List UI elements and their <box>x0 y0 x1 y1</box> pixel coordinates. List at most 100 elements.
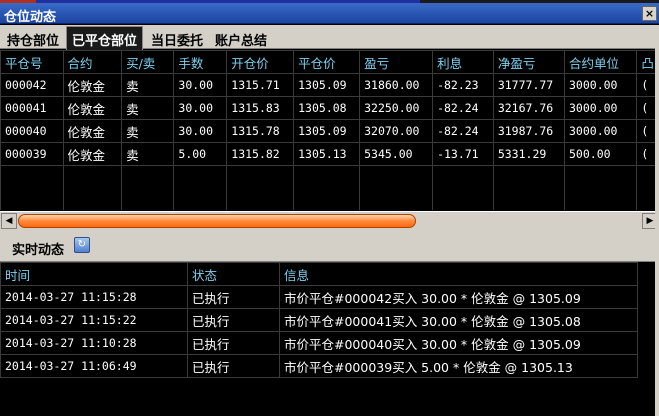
table-cell: 500.00 <box>563 142 638 166</box>
column-header[interactable]: 时间 <box>0 262 188 286</box>
closed-positions-table: 平仓号 合约 买/卖 手数 开仓价 平仓价 盈亏 利息 净盈亏 合约单位 凸 0… <box>0 50 659 210</box>
table-cell: 31987.76 <box>492 119 566 143</box>
table-header-row: 时间 状态 信息 <box>0 262 638 286</box>
table-cell: 000040 <box>0 119 64 143</box>
table-cell: 30.00 <box>173 119 228 143</box>
scrollbar-thumb[interactable] <box>18 214 416 228</box>
table-cell: 已执行 <box>187 285 280 309</box>
table-row[interactable]: 000040 伦敦金 卖 30.00 1315.78 1305.09 32070… <box>0 119 659 143</box>
horizontal-scrollbar[interactable]: ◀ ▶ <box>0 211 659 229</box>
table-cell: -82.24 <box>432 96 494 120</box>
table-cell: 32250.00 <box>359 96 434 120</box>
window-titlebar[interactable]: 仓位动态 × <box>0 3 659 25</box>
table-cell: 000042 <box>0 73 64 97</box>
table-row[interactable]: 2014-03-27 11:10:28 已执行 市价平仓#000040买入 30… <box>0 331 638 355</box>
table-cell: 3000.00 <box>563 119 638 143</box>
table-cell: 1305.08 <box>293 96 361 120</box>
table-cell: 000039 <box>0 142 64 166</box>
table-cell: 3000.00 <box>563 73 638 97</box>
table-cell: 已执行 <box>187 354 280 378</box>
realtime-header: 实时动态 ↻ <box>0 229 659 262</box>
column-header[interactable]: 平仓号 <box>0 50 64 74</box>
column-header[interactable]: 净盈亏 <box>492 50 566 74</box>
refresh-icon[interactable]: ↻ <box>74 237 90 253</box>
column-header[interactable]: 买/卖 <box>121 50 175 74</box>
realtime-label: 实时动态 <box>12 243 65 258</box>
column-header[interactable]: 合约 <box>62 50 123 74</box>
tab-today-orders[interactable]: 当日委托 <box>146 28 208 49</box>
table-cell <box>492 165 566 210</box>
column-header[interactable]: 合约单位 <box>563 50 638 74</box>
table-cell: 伦敦金 <box>62 142 123 166</box>
table-cell: 1315.82 <box>226 142 295 166</box>
column-header[interactable]: 状态 <box>187 262 280 286</box>
table-cell: 卖 <box>121 73 175 97</box>
close-icon[interactable]: × <box>642 6 657 21</box>
table-cell: 已执行 <box>187 331 280 355</box>
tab-bar: 持仓部位 已平仓部位 当日委托 账户总结 <box>0 25 659 50</box>
table-cell: 伦敦金 <box>62 73 123 97</box>
table-cell: 31860.00 <box>359 73 434 97</box>
table-cell <box>226 165 295 210</box>
column-header[interactable]: 信息 <box>279 262 638 286</box>
table-cell: 2014-03-27 11:15:28 <box>0 285 188 309</box>
table-cell <box>62 165 123 210</box>
table-cell: 卖 <box>121 119 175 143</box>
scroll-left-icon[interactable]: ◀ <box>1 213 17 229</box>
window-title: 仓位动态 <box>4 10 57 25</box>
table-row-empty <box>0 165 659 210</box>
column-header[interactable]: 利息 <box>432 50 494 74</box>
table-cell: 1305.09 <box>293 73 361 97</box>
table-cell: 30.00 <box>173 96 228 120</box>
table-cell: 000041 <box>0 96 64 120</box>
closed-positions-grid: 平仓号 合约 买/卖 手数 开仓价 平仓价 盈亏 利息 净盈亏 合约单位 凸 0… <box>0 50 659 210</box>
table-cell: 市价平仓#000041买入 30.00 * 伦敦金 @ 1305.08 <box>279 308 638 332</box>
table-cell <box>121 165 175 210</box>
table-cell: 伦敦金 <box>62 96 123 120</box>
tab-account-summary[interactable]: 账户总结 <box>210 28 272 49</box>
table-cell: 5345.00 <box>359 142 434 166</box>
table-row[interactable]: 2014-03-27 11:15:28 已执行 市价平仓#000042买入 30… <box>0 285 638 309</box>
table-cell: 卖 <box>121 142 175 166</box>
table-cell <box>173 165 228 210</box>
table-cell: 2014-03-27 11:10:28 <box>0 331 188 355</box>
table-cell: 1305.13 <box>293 142 361 166</box>
table-row[interactable]: 000039 伦敦金 卖 5.00 1315.82 1305.13 5345.0… <box>0 142 659 166</box>
table-row[interactable]: 2014-03-27 11:15:22 已执行 市价平仓#000041买入 30… <box>0 308 638 332</box>
table-cell: 31777.77 <box>492 73 566 97</box>
realtime-table: 时间 状态 信息 2014-03-27 11:15:28 已执行 市价平仓#00… <box>0 262 638 378</box>
table-row[interactable]: 000041 伦敦金 卖 30.00 1315.83 1305.08 32250… <box>0 96 659 120</box>
table-cell: 市价平仓#000039买入 5.00 * 伦敦金 @ 1305.13 <box>279 354 638 378</box>
realtime-grid: 时间 状态 信息 2014-03-27 11:15:28 已执行 市价平仓#00… <box>0 262 659 416</box>
tab-open-positions[interactable]: 持仓部位 <box>2 28 64 49</box>
table-cell: 1305.09 <box>293 119 361 143</box>
table-cell: 卖 <box>121 96 175 120</box>
column-header[interactable]: 开仓价 <box>226 50 295 74</box>
table-row[interactable]: 000042 伦敦金 卖 30.00 1315.71 1305.09 31860… <box>0 73 659 97</box>
tab-closed-positions[interactable]: 已平仓部位 <box>66 26 144 50</box>
table-cell: 市价平仓#000042买入 30.00 * 伦敦金 @ 1305.09 <box>279 285 638 309</box>
window-right-edge <box>655 25 659 416</box>
column-header[interactable]: 平仓价 <box>293 50 361 74</box>
table-cell: 已执行 <box>187 308 280 332</box>
table-cell: -82.24 <box>432 119 494 143</box>
table-cell: 32167.76 <box>492 96 566 120</box>
table-cell: -82.23 <box>432 73 494 97</box>
table-cell <box>359 165 434 210</box>
table-row[interactable]: 2014-03-27 11:06:49 已执行 市价平仓#000039买入 5.… <box>0 354 638 378</box>
table-cell <box>432 165 494 210</box>
table-cell: 1315.71 <box>226 73 295 97</box>
table-cell: 伦敦金 <box>62 119 123 143</box>
table-cell <box>0 165 64 210</box>
table-cell: 32070.00 <box>359 119 434 143</box>
table-cell: 1315.83 <box>226 96 295 120</box>
table-cell: 1315.78 <box>226 119 295 143</box>
table-cell: 5331.29 <box>492 142 566 166</box>
table-cell <box>563 165 638 210</box>
column-header[interactable]: 手数 <box>173 50 228 74</box>
table-cell <box>293 165 361 210</box>
table-cell: -13.71 <box>432 142 494 166</box>
table-header-row: 平仓号 合约 买/卖 手数 开仓价 平仓价 盈亏 利息 净盈亏 合约单位 凸 <box>0 50 659 74</box>
table-cell: 市价平仓#000040买入 30.00 * 伦敦金 @ 1305.09 <box>279 331 638 355</box>
column-header[interactable]: 盈亏 <box>359 50 434 74</box>
